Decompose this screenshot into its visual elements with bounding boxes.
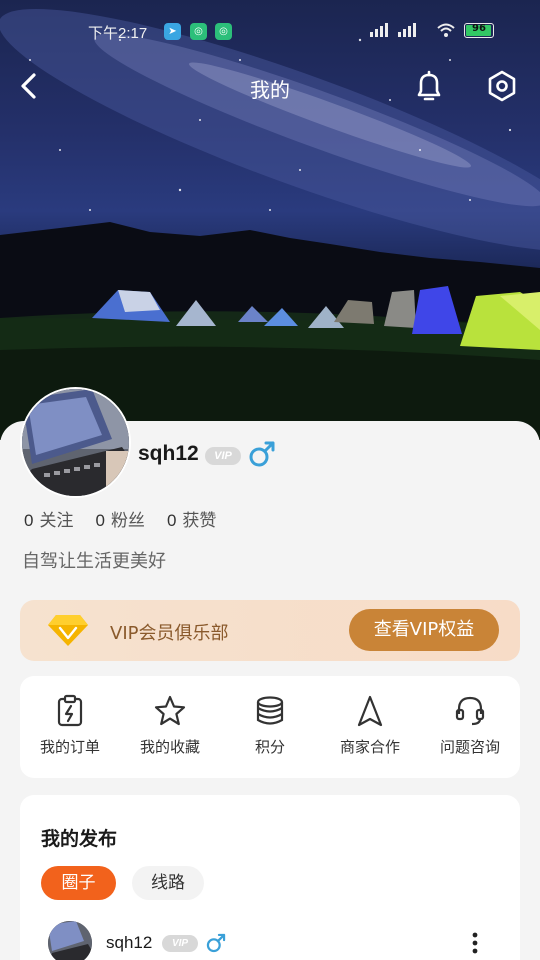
post-author-avatar[interactable] <box>48 921 92 960</box>
menu-item-favorites[interactable]: 我的收藏 <box>120 676 220 778</box>
status-bar: 下午2:17 ➤ ◎ ◎ 96 <box>0 0 540 60</box>
top-navigation: 我的 <box>0 60 540 116</box>
navigation-icon <box>357 695 383 727</box>
star-icon <box>154 695 186 726</box>
tab-circles[interactable]: 圈子 <box>41 866 116 900</box>
status-indicators: 96 <box>368 22 494 38</box>
male-gender-icon <box>249 441 275 467</box>
profile-bio: 自驾让生活更美好 <box>22 551 166 572</box>
username: sqh12 <box>138 442 199 465</box>
status-time: 下午2:17 <box>88 25 148 42</box>
avatar[interactable] <box>20 387 131 498</box>
signal-icon <box>370 23 416 37</box>
quick-menu: 我的订单 我的收藏 积分 商家合作 问题咨询 <box>20 676 520 778</box>
battery-percent: 96 <box>472 22 486 34</box>
vip-badge: VIP <box>205 447 241 465</box>
telegram-icon: ➤ <box>164 23 181 40</box>
menu-item-orders[interactable]: 我的订单 <box>20 676 120 778</box>
battery-indicator: 96 <box>464 22 494 38</box>
menu-item-points[interactable]: 积分 <box>220 676 320 778</box>
coins-icon <box>256 696 284 725</box>
male-gender-icon <box>206 933 226 953</box>
page-title: 我的 <box>250 78 290 102</box>
diamond-icon <box>48 615 88 646</box>
my-posts-section: 我的发布 圈子 线路 sqh12 VIP <box>20 795 520 960</box>
vip-club-label: VIP会员俱乐部 <box>110 623 229 644</box>
menu-item-support[interactable]: 问题咨询 <box>420 676 520 778</box>
wifi-icon <box>437 23 455 37</box>
stat-likes[interactable]: 0 获赞 <box>167 506 216 531</box>
vip-club-banner[interactable]: VIP会员俱乐部 查看VIP权益 <box>20 600 520 661</box>
tab-routes[interactable]: 线路 <box>132 866 204 900</box>
stat-following[interactable]: 0 关注 <box>24 506 73 531</box>
view-vip-benefits-button[interactable]: 查看VIP权益 <box>349 609 499 651</box>
bell-icon[interactable] <box>411 68 447 104</box>
menu-item-merchant[interactable]: 商家合作 <box>320 676 420 778</box>
headset-icon <box>455 696 485 726</box>
profile-stats: 0 关注 0 粉丝 0 获赞 <box>24 506 216 531</box>
post-author-name: sqh12 <box>106 933 153 952</box>
vip-badge: VIP <box>162 935 198 952</box>
settings-icon[interactable] <box>484 68 520 104</box>
section-title: 我的发布 <box>41 828 118 850</box>
app-notification-icon: ◎ <box>190 23 207 40</box>
order-icon <box>57 694 83 727</box>
more-options-icon[interactable] <box>468 931 482 955</box>
stat-followers[interactable]: 0 粉丝 <box>95 506 144 531</box>
app-notification-icon: ◎ <box>215 23 232 40</box>
